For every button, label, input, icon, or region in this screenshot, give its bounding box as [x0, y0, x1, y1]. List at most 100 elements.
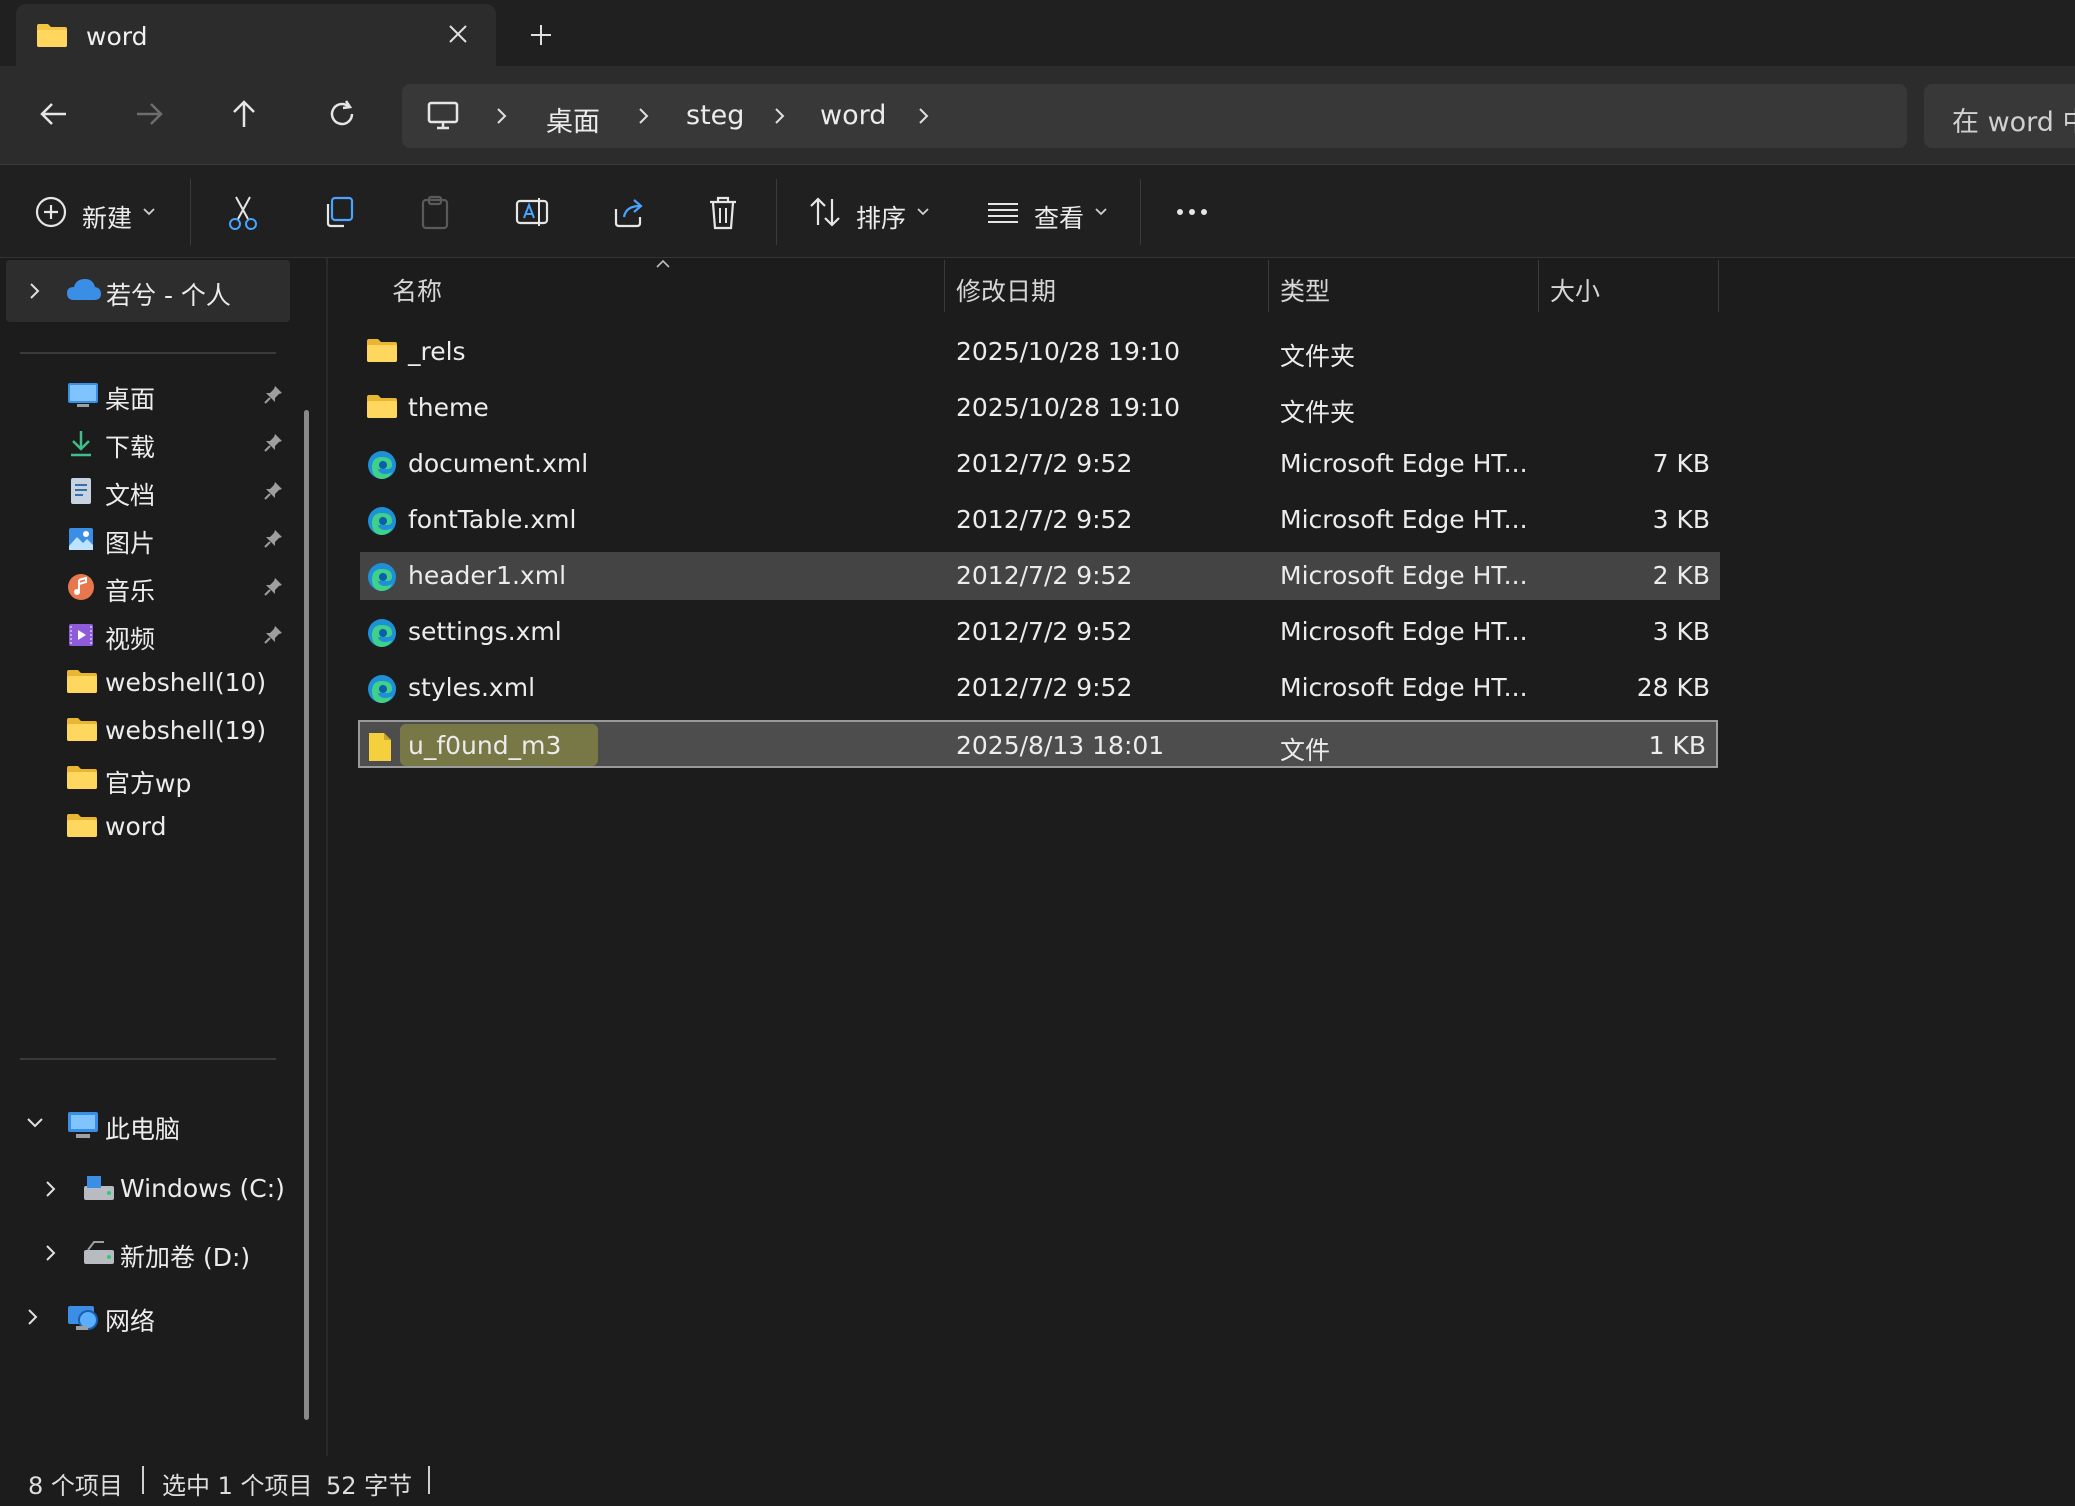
- breadcrumb-item-word[interactable]: word: [820, 100, 886, 131]
- file-row[interactable]: u_f0und_m3 2025/8/13 18:01 文件 1 KB: [358, 720, 1718, 768]
- file-type: Microsoft Edge HT...: [1280, 561, 1528, 590]
- pin-icon[interactable]: [262, 624, 284, 646]
- file-size: 28 KB: [1636, 673, 1710, 702]
- file-row[interactable]: document.xml 2012/7/2 9:52 Microsoft Edge …: [360, 440, 1720, 488]
- sidebar-scrollbar[interactable]: [304, 410, 309, 1420]
- refresh-icon[interactable]: [326, 98, 358, 130]
- file-size: 3 KB: [1652, 505, 1710, 534]
- folder-icon: [66, 812, 98, 838]
- share-icon[interactable]: [610, 195, 646, 229]
- sidebar-item-5[interactable]: 音乐: [0, 562, 300, 614]
- copy-icon[interactable]: [322, 195, 356, 229]
- view-icon[interactable]: [986, 195, 1020, 229]
- folder-icon: [366, 393, 398, 419]
- chevron-down-icon[interactable]: [1094, 205, 1108, 219]
- breadcrumb-item-steg[interactable]: steg: [686, 100, 744, 131]
- address-bar[interactable]: 桌面 steg word: [402, 84, 1907, 148]
- new-plus-icon[interactable]: [34, 195, 68, 229]
- close-tab-icon[interactable]: [446, 22, 470, 46]
- chevron-right-icon[interactable]: [494, 107, 510, 125]
- documents-icon: [66, 476, 96, 506]
- chevron-right-icon[interactable]: [636, 107, 652, 125]
- paste-icon[interactable]: [418, 195, 452, 231]
- cut-icon[interactable]: [226, 195, 260, 231]
- forward-icon[interactable]: [133, 98, 165, 130]
- breadcrumb-item-desktop[interactable]: 桌面: [546, 100, 600, 139]
- sidebar-item-label: 视频: [105, 625, 156, 654]
- file-name: styles.xml: [408, 673, 536, 702]
- back-icon[interactable]: [38, 98, 70, 130]
- chevron-right-icon[interactable]: [28, 282, 42, 300]
- file-row[interactable]: theme 2025/10/28 19:10 文件夹: [360, 384, 1720, 432]
- file-row[interactable]: _rels 2025/10/28 19:10 文件夹: [360, 328, 1720, 376]
- sidebar-item-3[interactable]: 文档: [0, 466, 300, 518]
- sidebar-item-drive-c[interactable]: Windows (C:): [0, 1164, 300, 1216]
- file-row[interactable]: styles.xml 2012/7/2 9:52 Microsoft Edge HT…: [360, 664, 1720, 712]
- tab-word[interactable]: word: [16, 4, 496, 66]
- file-type: Microsoft Edge HT...: [1280, 673, 1528, 702]
- navigation-pane: 若兮 - 个人 桌面 下载 文档 图片 音乐视频 webshell(10) webshell…: [0, 258, 328, 1458]
- sidebar-item-8[interactable]: webshell(19): [0, 706, 300, 758]
- sidebar-item-10[interactable]: word: [0, 802, 300, 854]
- chevron-down-icon[interactable]: [142, 205, 156, 219]
- chevron-right-icon[interactable]: [772, 107, 788, 125]
- pin-icon[interactable]: [262, 576, 284, 598]
- up-icon[interactable]: [228, 98, 260, 130]
- computer-icon: [66, 1110, 100, 1140]
- chevron-right-icon[interactable]: [44, 1244, 58, 1262]
- sidebar-item-1[interactable]: 桌面: [0, 370, 300, 422]
- videos-icon: [66, 620, 96, 650]
- sidebar-item-label: 若兮 - 个人: [106, 281, 231, 310]
- file-type: Microsoft Edge HT...: [1280, 505, 1528, 534]
- sidebar-item-6[interactable]: 视频: [0, 610, 300, 662]
- sidebar-item-onedrive[interactable]: 若兮 - 个人: [6, 260, 290, 322]
- sort-icon[interactable]: [808, 195, 842, 229]
- column-header-size[interactable]: 大小: [1550, 272, 1600, 308]
- column-header-name[interactable]: 名称: [392, 272, 442, 308]
- column-header-type[interactable]: 类型: [1280, 272, 1330, 308]
- delete-icon[interactable]: [706, 195, 740, 231]
- sidebar-item-network[interactable]: 网络: [0, 1292, 300, 1344]
- chevron-right-icon[interactable]: [44, 1180, 58, 1198]
- edge-icon: [366, 617, 398, 649]
- chevron-down-icon[interactable]: [26, 1116, 44, 1130]
- edge-icon: [366, 449, 398, 481]
- column-header-date[interactable]: 修改日期: [956, 272, 1056, 308]
- folder-icon: [66, 668, 98, 694]
- search-placeholder: 在 word 中: [1952, 107, 2075, 138]
- pin-icon[interactable]: [262, 480, 284, 502]
- chevron-right-icon[interactable]: [26, 1308, 40, 1326]
- navigation-bar: 桌面 steg word 在 word 中: [0, 66, 2075, 164]
- sidebar-item-label: webshell(10): [105, 668, 267, 697]
- file-icon: [366, 731, 394, 763]
- pin-icon[interactable]: [262, 384, 284, 406]
- rename-icon[interactable]: [514, 195, 550, 229]
- sidebar-item-2[interactable]: 下载: [0, 418, 300, 470]
- pin-icon[interactable]: [262, 528, 284, 550]
- sidebar-item-4[interactable]: 图片: [0, 514, 300, 566]
- chevron-down-icon[interactable]: [916, 205, 930, 219]
- music-icon: [66, 572, 96, 602]
- new-tab-icon[interactable]: [528, 22, 554, 48]
- file-type: Microsoft Edge HT...: [1280, 449, 1528, 478]
- status-bar: 8 个项目 选中 1 个项目 52 字节: [0, 1456, 2075, 1506]
- tab-bar: word: [0, 0, 2075, 66]
- search-input[interactable]: 在 word 中: [1924, 84, 2075, 148]
- pin-icon[interactable]: [262, 432, 284, 454]
- drive-icon: [82, 1238, 116, 1268]
- file-row[interactable]: header1.xml 2012/7/2 9:52 Microsoft Edge H…: [360, 552, 1720, 600]
- sidebar-item-9[interactable]: 官方wp: [0, 754, 300, 806]
- new-button[interactable]: 新建: [82, 199, 132, 235]
- sort-button[interactable]: 排序: [856, 199, 906, 235]
- file-row[interactable]: fontTable.xml 2012/7/2 9:52 Microsoft Edge…: [360, 496, 1720, 544]
- file-type: 文件夹: [1280, 398, 1356, 427]
- sidebar-item-this-pc[interactable]: 此电脑: [0, 1100, 300, 1152]
- sidebar-item-drive-d[interactable]: 新加卷 (D:): [0, 1228, 300, 1280]
- file-row[interactable]: settings.xml 2012/7/2 9:52 Microsoft Edge …: [360, 608, 1720, 656]
- chevron-right-icon[interactable]: [916, 107, 932, 125]
- sidebar-item-label: 此电脑: [105, 1115, 181, 1144]
- more-options-icon[interactable]: [1174, 195, 1210, 229]
- edge-icon: [366, 505, 398, 537]
- sidebar-item-7[interactable]: webshell(10): [0, 658, 300, 710]
- view-button[interactable]: 查看: [1034, 199, 1084, 235]
